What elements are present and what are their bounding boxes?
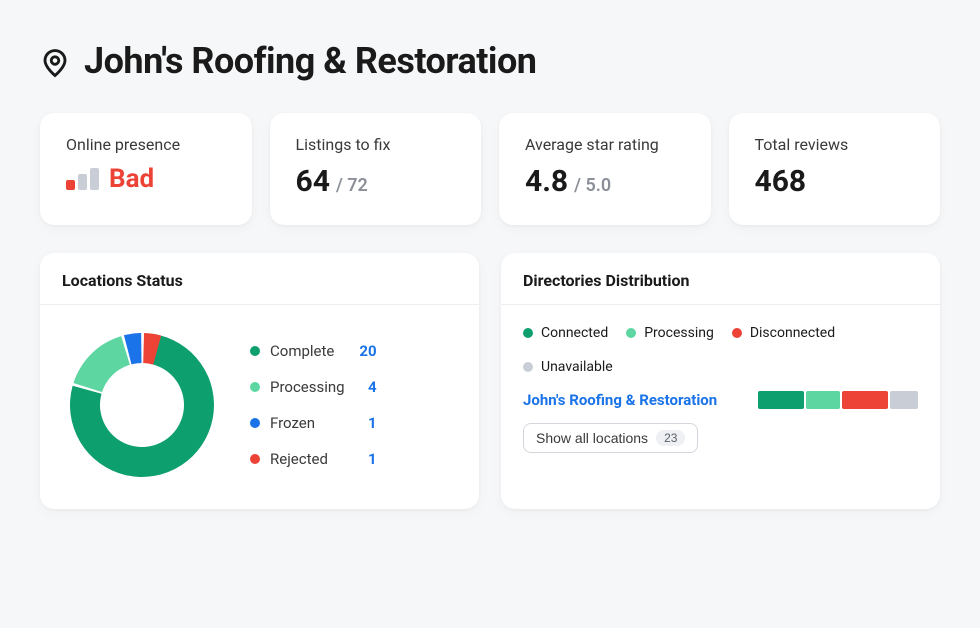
legend-label: Complete xyxy=(270,342,345,360)
page-header: John's Roofing & Restoration xyxy=(40,40,940,83)
card-online-presence: Online presence Bad xyxy=(40,113,252,225)
legend-value: 20 xyxy=(355,342,377,360)
legend-dot-icon xyxy=(250,382,260,392)
legend-item: Processing xyxy=(626,325,714,341)
listings-sub: / 72 xyxy=(336,175,368,196)
legend-item: Connected xyxy=(523,325,608,341)
legend-dot-icon xyxy=(250,454,260,464)
directories-row: John's Roofing & Restoration xyxy=(523,391,918,409)
listings-value: 64 xyxy=(296,164,330,199)
button-label: Show all locations xyxy=(536,430,648,446)
panel-locations-status: Locations Status Complete 20 Processing 4 Fr… xyxy=(40,253,479,509)
card-average-rating: Average star rating 4.8 / 5.0 xyxy=(499,113,711,225)
presence-value: Bad xyxy=(109,164,154,194)
bar-segment xyxy=(890,391,918,409)
legend-dot-icon xyxy=(626,328,636,338)
legend-item: Rejected 1 xyxy=(250,450,377,468)
count-badge: 23 xyxy=(656,430,685,446)
legend-value: 4 xyxy=(355,378,377,396)
legend-label: Processing xyxy=(270,378,345,396)
directory-location-name: John's Roofing & Restoration xyxy=(523,391,740,409)
legend-item: Unavailable xyxy=(523,359,613,375)
locations-donut-chart xyxy=(62,325,222,485)
legend-label: Connected xyxy=(541,325,608,341)
directories-legend: Connected Processing Disconnected Unavailab… xyxy=(523,325,918,375)
legend-label: Disconnected xyxy=(750,325,835,341)
panel-title: Locations Status xyxy=(40,253,479,305)
locations-legend: Complete 20 Processing 4 Frozen 1 Rejected 1 xyxy=(250,342,377,468)
card-listings-to-fix: Listings to fix 64 / 72 xyxy=(270,113,482,225)
legend-dot-icon xyxy=(250,346,260,356)
panel-directories-distribution: Directories Distribution Connected Proces… xyxy=(501,253,940,509)
signal-icon xyxy=(66,168,99,190)
reviews-value: 468 xyxy=(755,164,807,199)
legend-label: Rejected xyxy=(270,450,345,468)
stat-cards-row: Online presence Bad Listings to fix 64 /… xyxy=(40,113,940,225)
bar-segment xyxy=(758,391,804,409)
legend-item: Processing 4 xyxy=(250,378,377,396)
legend-item: Disconnected xyxy=(732,325,835,341)
bar-segment xyxy=(806,391,840,409)
legend-label: Frozen xyxy=(270,414,345,432)
legend-value: 1 xyxy=(355,450,377,468)
legend-item: Frozen 1 xyxy=(250,414,377,432)
legend-item: Complete 20 xyxy=(250,342,377,360)
card-label: Online presence xyxy=(66,135,226,154)
show-all-locations-button[interactable]: Show all locations 23 xyxy=(523,423,698,453)
rating-sub: / 5.0 xyxy=(574,175,611,196)
legend-dot-icon xyxy=(523,362,533,372)
legend-dot-icon xyxy=(732,328,742,338)
location-pin-icon xyxy=(40,48,70,78)
panel-title: Directories Distribution xyxy=(501,253,940,305)
legend-dot-icon xyxy=(523,328,533,338)
card-total-reviews: Total reviews 468 xyxy=(729,113,941,225)
legend-dot-icon xyxy=(250,418,260,428)
directories-bar xyxy=(758,391,918,409)
bar-segment xyxy=(842,391,888,409)
card-label: Listings to fix xyxy=(296,135,456,154)
card-label: Total reviews xyxy=(755,135,915,154)
legend-label: Processing xyxy=(644,325,714,341)
legend-label: Unavailable xyxy=(541,359,613,375)
page-title: John's Roofing & Restoration xyxy=(84,40,536,83)
card-label: Average star rating xyxy=(525,135,685,154)
legend-value: 1 xyxy=(355,414,377,432)
rating-value: 4.8 xyxy=(525,164,568,199)
